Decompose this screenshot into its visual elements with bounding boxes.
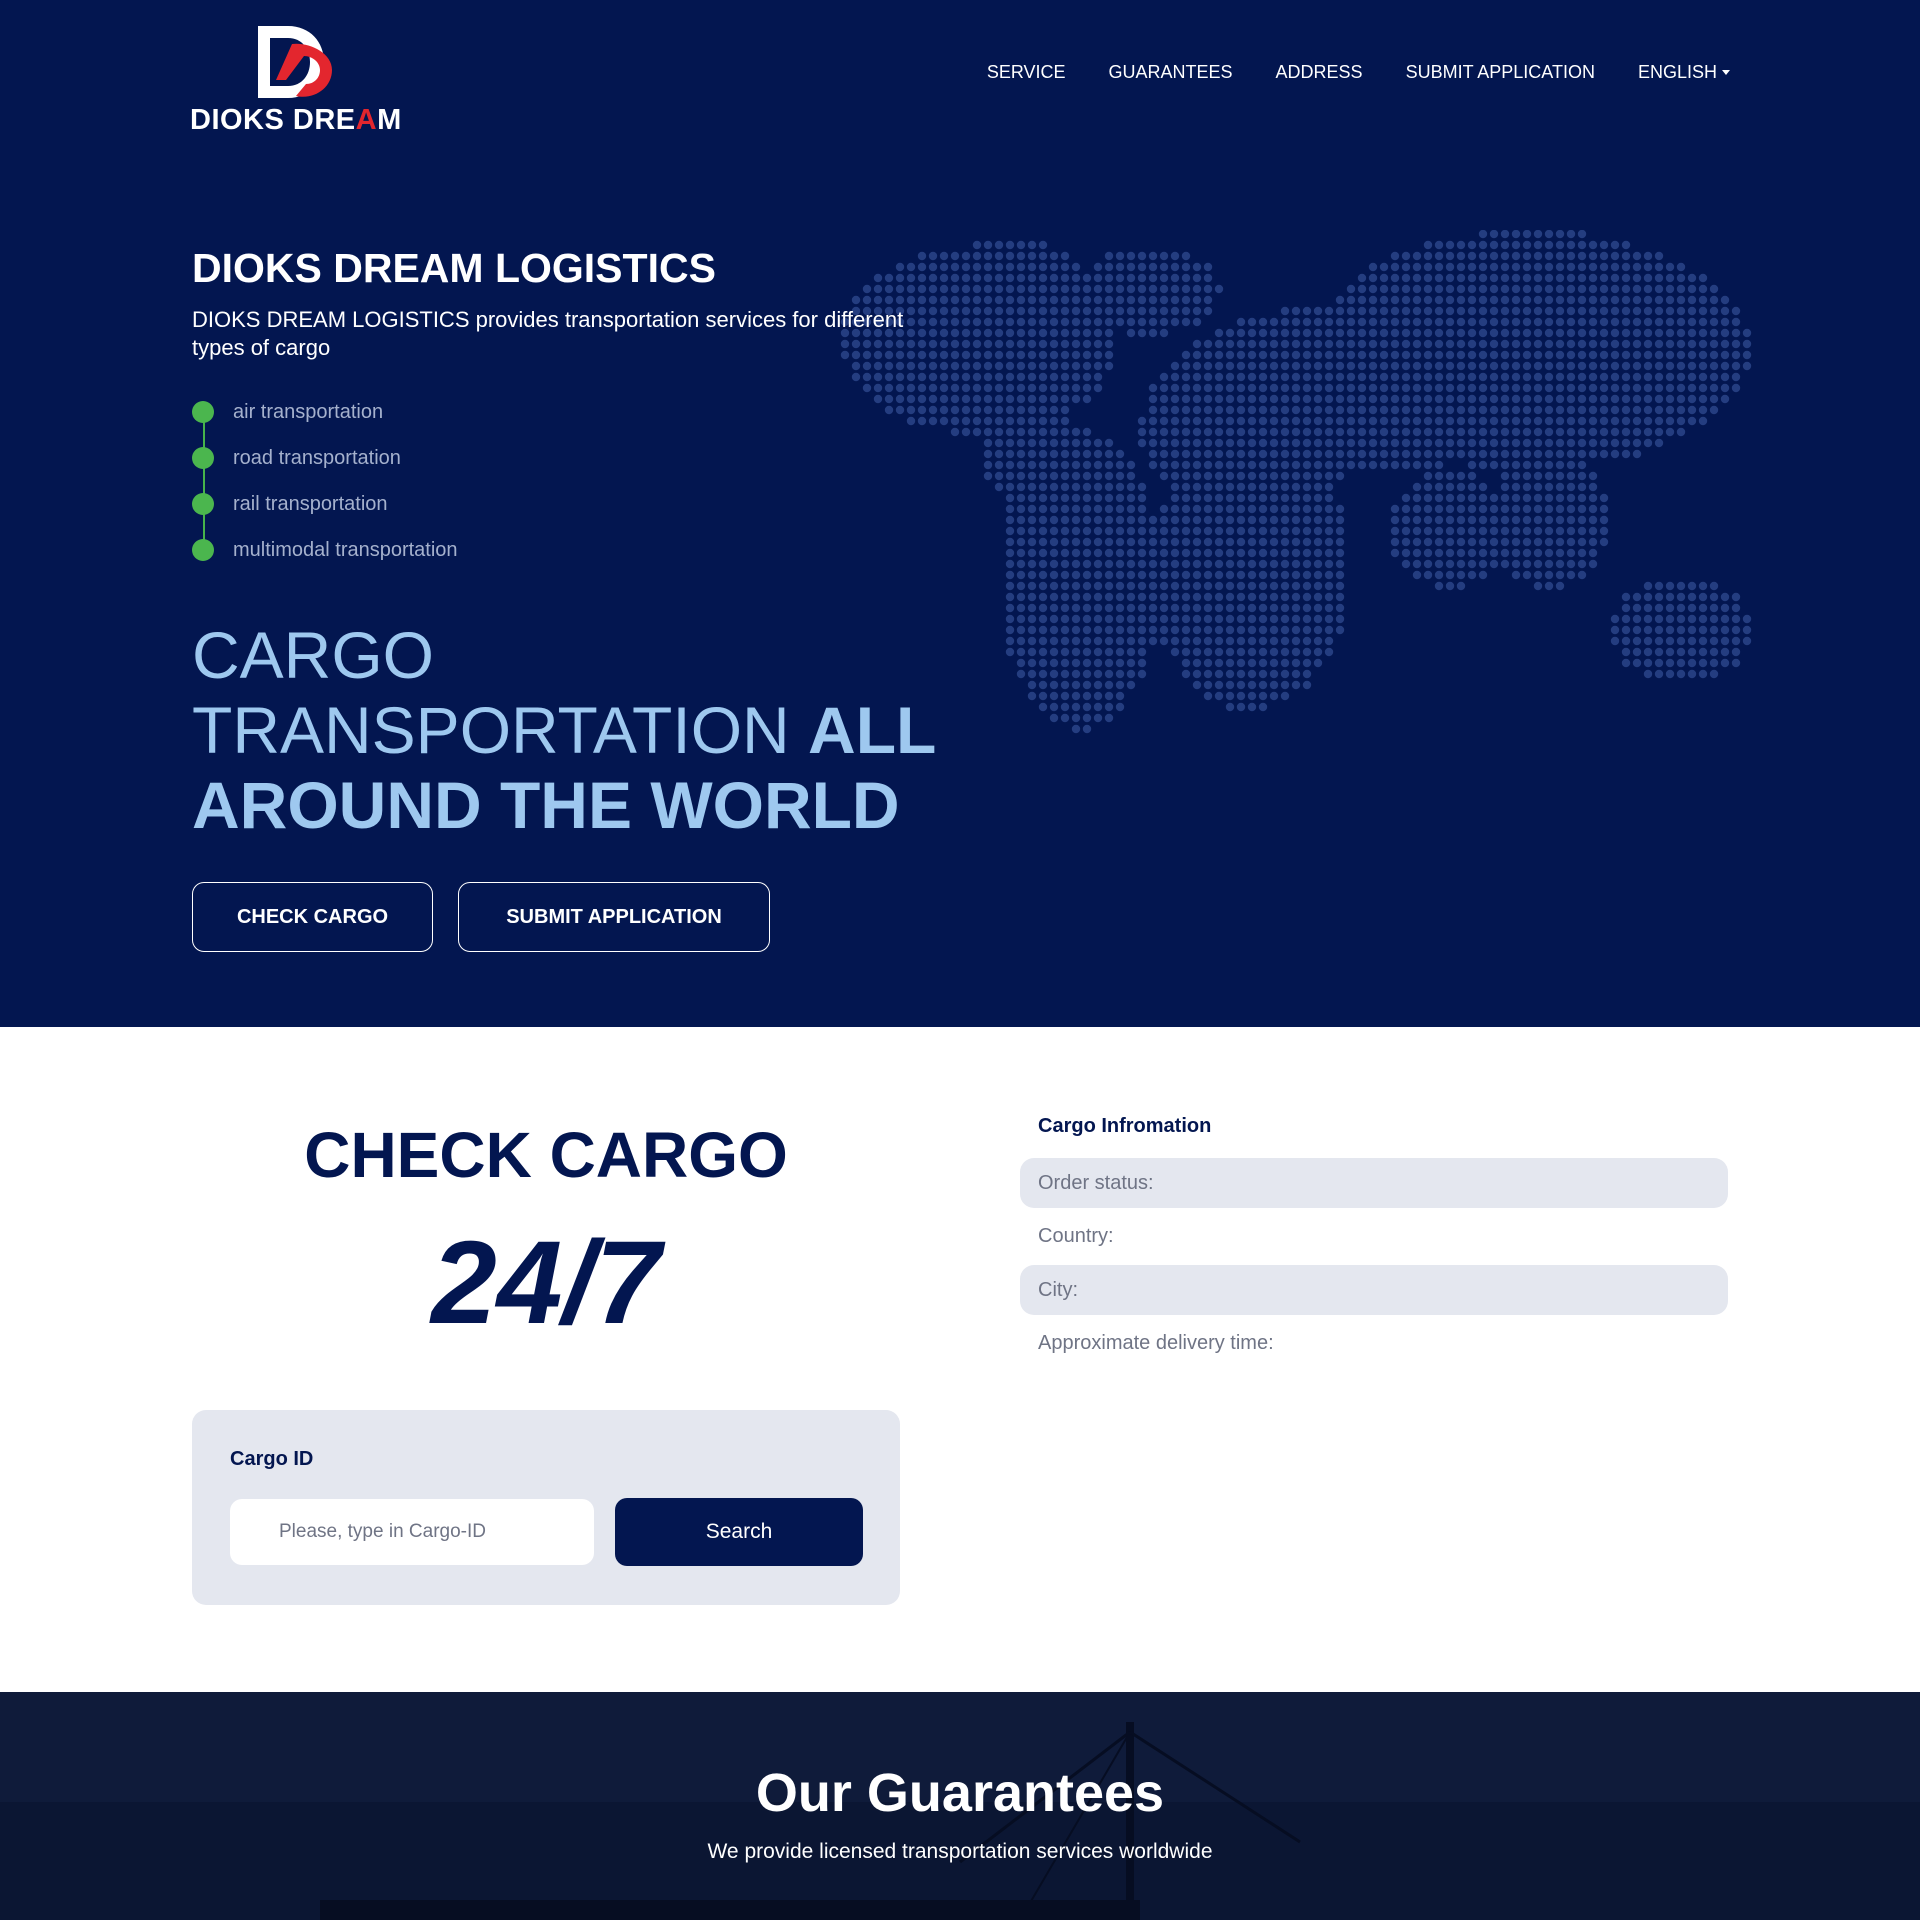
service-item: road transportation — [192, 444, 458, 490]
service-label: road transportation — [233, 447, 401, 469]
language-dropdown[interactable]: ENGLISH — [1638, 62, 1730, 83]
bullet-dot-icon — [192, 539, 214, 561]
guarantees-subtitle: We provide licensed transportation servi… — [707, 1840, 1213, 1863]
guarantees-title: Our Guarantees — [755, 1763, 1165, 1823]
bullet-dot-icon — [192, 447, 214, 469]
caret-down-icon — [1722, 70, 1730, 75]
service-label: multimodal transportation — [233, 539, 458, 561]
bullet-dot-icon — [192, 401, 214, 423]
service-item: rail transportation — [192, 490, 458, 536]
hero-description: DIOKS DREAM LOGISTICS provides transport… — [192, 307, 904, 360]
guarantees-section: Our Guarantees We provide licensed trans… — [0, 1692, 1920, 1920]
hero-headline: CARGO TRANSPORTATION ALL AROUND THE WORL… — [192, 618, 936, 843]
headline-line-3: AROUND THE WORLD — [192, 768, 900, 842]
availability-label: 24/7 — [431, 1217, 661, 1349]
service-item: air transportation — [192, 398, 458, 444]
cargo-id-input[interactable] — [230, 1499, 594, 1565]
order-status-row: Order status: — [1020, 1158, 1728, 1208]
nav-item-service[interactable]: SERVICE — [987, 62, 1066, 83]
service-label: air transportation — [233, 401, 384, 423]
headline-line-2: TRANSPORTATION ALL — [192, 693, 937, 767]
nav-item-submit-application[interactable]: SUBMIT APPLICATION — [1406, 62, 1595, 83]
cargo-search-card: Cargo ID Search — [192, 1410, 900, 1605]
headline-line-1: CARGO — [192, 618, 435, 692]
submit-application-button[interactable]: SUBMIT APPLICATION — [458, 882, 770, 952]
city-row: City: — [1020, 1265, 1728, 1315]
main-nav: SERVICE GUARANTEES ADDRESS SUBMIT APPLIC… — [987, 62, 1730, 83]
check-cargo-title: CHECK CARGO — [304, 1119, 788, 1191]
hero-title: DIOKS DREAM LOGISTICS — [192, 245, 716, 291]
service-label: rail transportation — [233, 493, 388, 515]
nav-item-address[interactable]: ADDRESS — [1276, 62, 1363, 83]
language-label: ENGLISH — [1637, 62, 1717, 82]
logo[interactable]: DIOKS DREAM — [190, 22, 401, 137]
cargo-info-title: Cargo Infromation — [1038, 1115, 1212, 1137]
world-map-graphic — [840, 230, 1752, 734]
country-row: Country: — [1038, 1224, 1114, 1247]
logo-wordmark: DIOKS DREAM — [190, 104, 402, 136]
logo-mark-icon — [258, 26, 332, 98]
cargo-id-label: Cargo ID — [230, 1448, 314, 1470]
bullet-dot-icon — [192, 493, 214, 515]
service-item: multimodal transportation — [192, 536, 458, 582]
hero-section: DIOKS DREAM SERVICE GUARANTEES ADDRESS S… — [0, 0, 1920, 1027]
services-list: air transportation road transportation r… — [192, 398, 458, 582]
search-button[interactable]: Search — [615, 1498, 863, 1566]
nav-item-guarantees[interactable]: GUARANTEES — [1109, 62, 1233, 83]
delivery-time-row: Approximate delivery time: — [1038, 1331, 1274, 1354]
check-cargo-button[interactable]: CHECK CARGO — [192, 882, 433, 952]
